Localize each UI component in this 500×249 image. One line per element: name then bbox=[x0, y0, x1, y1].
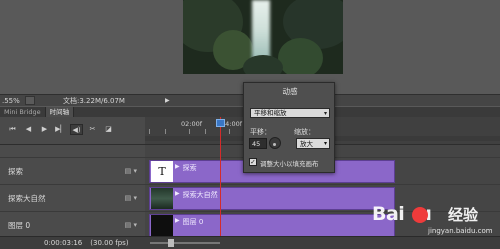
popup-title: 动感 bbox=[282, 87, 298, 96]
clip-label: 探索大自然 bbox=[182, 191, 218, 199]
clip[interactable]: ▶ 图层 0 bbox=[149, 214, 395, 237]
timeline-zoom-handle[interactable] bbox=[168, 239, 174, 247]
track-header[interactable]: 探索大自然 ▤ ▾ bbox=[0, 185, 145, 212]
clip-label: 图层 0 bbox=[182, 218, 204, 226]
watermark-text: 经验 bbox=[448, 206, 479, 224]
timeline-zoom-slider[interactable] bbox=[150, 242, 220, 244]
tab-timeline[interactable]: 时间轴 bbox=[45, 107, 75, 117]
next-frame-icon[interactable]: ▶▏ bbox=[54, 124, 67, 135]
film-menu-icon[interactable]: ▤ ▾ bbox=[125, 221, 137, 229]
track-headers: 探索 ▤ ▾ 探索大自然 ▤ ▾ 图层 0 ▤ ▾ 音轨 ♪ ▾ bbox=[0, 145, 145, 249]
first-frame-icon[interactable]: ⏮ bbox=[6, 124, 19, 135]
film-menu-icon[interactable]: ▤ ▾ bbox=[125, 194, 137, 202]
ruler-label: 02:00f bbox=[181, 120, 203, 128]
tab-mini-bridge[interactable]: Mini Bridge bbox=[0, 107, 46, 117]
zoom-select[interactable]: 放大 ▾ bbox=[296, 138, 330, 149]
playhead-handle[interactable] bbox=[216, 119, 225, 127]
watermark-url: jingyan.baidu.com bbox=[428, 227, 493, 235]
pan-angle-dial[interactable] bbox=[269, 137, 281, 149]
pan-label: 平移： bbox=[250, 128, 271, 136]
track-header[interactable]: 探索 ▤ ▾ bbox=[0, 158, 145, 185]
chevron-down-icon: ▾ bbox=[323, 110, 327, 117]
expand-icon[interactable]: ▶ bbox=[175, 190, 180, 197]
zoom-value: 放大 bbox=[300, 140, 313, 148]
track-header-spacer bbox=[0, 145, 145, 158]
zoom-label: 缩放： bbox=[294, 128, 315, 136]
expand-icon[interactable]: ▶ bbox=[175, 163, 180, 170]
track-name: 探索 bbox=[8, 166, 23, 176]
frame-rate: (30.00 fps) bbox=[90, 239, 129, 247]
clip-label: 探索 bbox=[182, 164, 197, 172]
timeline-controls: ⏮ ◀ ▶ ▶▏ ◀) ✂ ◪ bbox=[0, 117, 145, 145]
split-icon[interactable]: ✂ bbox=[86, 124, 99, 135]
motion-preset-select[interactable]: 平移和缩放 ▾ bbox=[250, 108, 330, 118]
doc-info: 文档:3.22M/6.07M bbox=[63, 96, 125, 105]
status-menu-button[interactable] bbox=[25, 96, 35, 105]
baidu-jingyan-watermark: Baiu 经验 jingyan.baidu.com bbox=[372, 203, 498, 237]
transition-icon[interactable]: ◪ bbox=[102, 124, 115, 135]
prev-frame-icon[interactable]: ◀ bbox=[22, 124, 35, 135]
timeline-footer: 0:00:03:16 (30.00 fps) bbox=[0, 236, 500, 249]
film-menu-icon[interactable]: ▤ ▾ bbox=[125, 167, 137, 175]
pan-input[interactable]: 45 bbox=[249, 138, 267, 149]
resize-fill-checkbox[interactable]: ✓ bbox=[249, 158, 257, 166]
timecode: 0:00:03:16 bbox=[44, 239, 83, 247]
play-icon[interactable]: ▶ bbox=[38, 124, 51, 135]
clip-thumbnail: T bbox=[151, 161, 173, 182]
track-name: 探索大自然 bbox=[8, 193, 46, 203]
track-name: 图层 0 bbox=[8, 220, 31, 230]
resize-fill-label: 调整大小以填充画布 bbox=[260, 160, 319, 168]
expand-icon[interactable]: ▶ bbox=[175, 217, 180, 224]
status-arrow-icon[interactable]: ▶ bbox=[165, 97, 170, 104]
canvas-photo bbox=[183, 0, 343, 74]
playhead-line bbox=[220, 117, 221, 249]
clip[interactable]: ▶ 探索大自然 bbox=[149, 187, 395, 210]
clip-thumbnail bbox=[151, 215, 173, 236]
motion-popup: 动感 平移和缩放 ▾ 平移： 缩放： 45 放大 ▾ ✓ 调整大小以填充画布 bbox=[243, 82, 335, 173]
paw-icon bbox=[412, 207, 428, 223]
preset-value: 平移和缩放 bbox=[254, 109, 287, 117]
zoom-level[interactable]: .55% bbox=[0, 97, 22, 105]
chevron-down-icon: ▾ bbox=[323, 140, 327, 147]
clip-thumbnail bbox=[151, 188, 173, 209]
audio-icon[interactable]: ◀) bbox=[70, 124, 83, 135]
track-header[interactable]: 图层 0 ▤ ▾ bbox=[0, 212, 145, 239]
